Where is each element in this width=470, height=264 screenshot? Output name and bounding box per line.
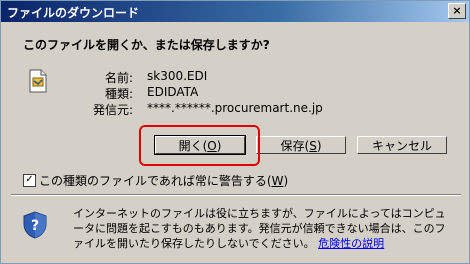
save-button-label: 保存( xyxy=(280,139,310,153)
from-value: ****.******.procuremart.ne.jp xyxy=(147,101,323,115)
separator xyxy=(11,194,461,196)
open-button-label: 開く( xyxy=(178,139,208,153)
always-warn-label[interactable]: この種類のファイルであれば常に警告する(W) xyxy=(39,172,288,189)
window-title: ファイルのダウンロード xyxy=(7,6,140,20)
svg-text:?: ? xyxy=(31,218,39,234)
title-bar[interactable]: ファイルのダウンロード × xyxy=(1,1,469,22)
close-button[interactable]: × xyxy=(448,3,466,19)
shield-question-icon: ? xyxy=(23,211,47,239)
from-label: 発信元: xyxy=(92,103,133,117)
download-dialog: ファイルのダウンロード × このファイルを開くか、または保存しますか? 名前: … xyxy=(0,0,470,264)
open-button-key: O xyxy=(207,139,217,153)
risk-explanation-link[interactable]: 危険性の説明 xyxy=(318,237,384,250)
always-warn-end: ) xyxy=(283,174,289,188)
edi-file-icon xyxy=(29,69,47,93)
always-warn-checkbox[interactable]: ✓ xyxy=(23,174,36,187)
type-label: 種類: xyxy=(104,87,133,101)
type-value: EDIDATA xyxy=(147,85,199,99)
always-warn-text: この種類のファイルであれば常に警告する( xyxy=(39,174,272,188)
open-button[interactable]: 開く(O) xyxy=(154,135,246,155)
save-button-end: ) xyxy=(316,139,322,153)
always-warn-key: W xyxy=(271,174,284,188)
warning-body: インターネットのファイルは役に立ちますが、ファイルによってはコンピュータに問題を… xyxy=(73,207,446,250)
save-button[interactable]: 保存(S) xyxy=(256,136,346,154)
cancel-button[interactable]: キャンセル xyxy=(357,136,447,154)
name-label: 名前: xyxy=(104,71,133,85)
question-text: このファイルを開くか、または保存しますか? xyxy=(23,38,270,52)
save-button-key: S xyxy=(309,139,317,153)
open-button-end: ) xyxy=(216,139,222,153)
warning-text: インターネットのファイルは役に立ちますが、ファイルによってはコンピュータに問題を… xyxy=(73,206,453,251)
name-value: sk300.EDI xyxy=(147,69,208,83)
